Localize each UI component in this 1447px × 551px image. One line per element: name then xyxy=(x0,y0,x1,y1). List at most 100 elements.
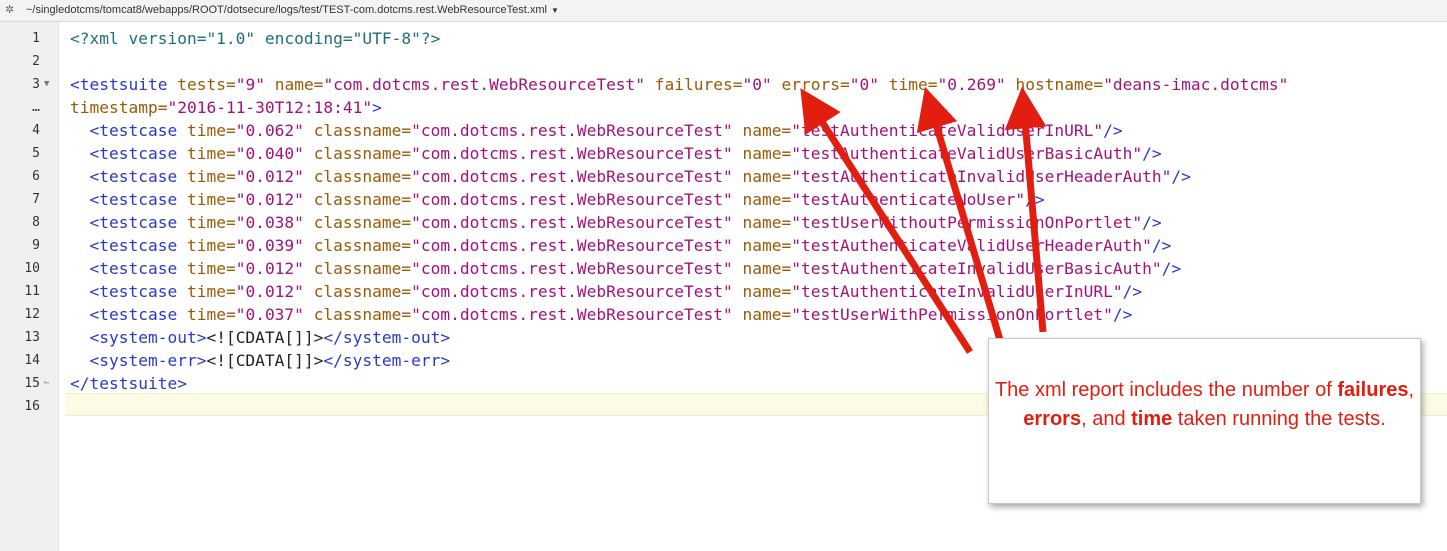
code-text: <testcase time="0.037" classname="com.do… xyxy=(70,303,1133,326)
code-line-11[interactable]: 11 <testcase time="0.012" classname="com… xyxy=(0,280,1447,303)
tag-open: <testcase xyxy=(89,144,178,163)
line-number: 11 xyxy=(24,284,40,299)
line-number: 9 xyxy=(32,238,40,253)
code-line-9[interactable]: 9 <testcase time="0.039" classname="com.… xyxy=(0,234,1447,257)
code-text: <testcase time="0.038" classname="com.do… xyxy=(70,211,1162,234)
line-number: 15 xyxy=(24,376,40,391)
attr-name: classname= xyxy=(313,167,412,186)
attr-value: "0.012" xyxy=(235,167,304,186)
code-line-6[interactable]: 6 <testcase time="0.012" classname="com.… xyxy=(0,165,1447,188)
tag-open: <testcase xyxy=(89,259,178,278)
code-text: <testcase time="0.039" classname="com.do… xyxy=(70,234,1172,257)
line-number: 1 xyxy=(32,31,40,46)
attr-name: name= xyxy=(742,213,792,232)
tag-open: <testcase xyxy=(89,190,178,209)
code-line-3[interactable]: 3 ▼ <testsuite tests="9" name="com.dotcm… xyxy=(0,73,1447,96)
code-text: <testcase time="0.040" classname="com.do… xyxy=(70,142,1162,165)
cdata-text: <![CDATA[]]> xyxy=(206,351,324,370)
attr-value: "com.dotcms.rest.WebResourceTest" xyxy=(323,75,646,94)
attr-value: "testAuthenticateInvalidUserInURL" xyxy=(791,282,1123,301)
tag-close: /> xyxy=(1142,144,1162,163)
code-line-4[interactable]: 4 <testcase time="0.062" classname="com.… xyxy=(0,119,1447,142)
code-text: <testsuite tests="9" name="com.dotcms.re… xyxy=(70,73,1288,96)
code-line-8[interactable]: 8 <testcase time="0.038" classname="com.… xyxy=(0,211,1447,234)
tag-open: <testcase xyxy=(89,305,178,324)
tag-open: <testcase xyxy=(89,282,178,301)
attr-name: time= xyxy=(186,259,236,278)
code-text: <system-out><![CDATA[]]></system-out> xyxy=(70,326,451,349)
code-text: <testcase time="0.062" classname="com.do… xyxy=(70,119,1123,142)
tag-open: <testcase xyxy=(89,121,178,140)
attr-value: "0.039" xyxy=(235,236,304,255)
attr-value: "0.062" xyxy=(235,121,304,140)
code-line-7[interactable]: 7 <testcase time="0.012" classname="com.… xyxy=(0,188,1447,211)
line-number: 3 xyxy=(32,77,40,92)
attr-name: classname= xyxy=(313,190,412,209)
wrap-indicator: … xyxy=(32,100,40,115)
attr-name: name= xyxy=(742,236,792,255)
tag-close: /> xyxy=(1103,121,1123,140)
annotation-callout: The xml report includes the number of fa… xyxy=(988,338,1421,504)
callout-text: The xml report includes the number of xyxy=(994,379,1338,401)
attr-value: "com.dotcms.rest.WebResourceTest" xyxy=(411,259,733,278)
tag-close: /> xyxy=(1171,167,1191,186)
attr-value: "0.012" xyxy=(235,282,304,301)
attr-value: "testAuthenticateNoUser" xyxy=(791,190,1026,209)
line-number: 4 xyxy=(32,123,40,138)
attr-name: classname= xyxy=(313,282,412,301)
tag-open: <system-out> xyxy=(89,328,207,347)
tag-close: /> xyxy=(1122,282,1143,301)
code-line-3-wrap[interactable]: … timestamp="2016-11-30T12:18:41"> xyxy=(0,96,1447,119)
line-number: 2 xyxy=(32,54,40,69)
attr-name: time= xyxy=(186,236,236,255)
attr-value: "testAuthenticateInvalidUserBasicAuth" xyxy=(791,259,1162,278)
attr-name: time= xyxy=(186,190,236,209)
code-line-1[interactable]: 1 <?xml version="1.0" encoding="UTF-8"?> xyxy=(0,27,1447,50)
code-line-12[interactable]: 12 <testcase time="0.037" classname="com… xyxy=(0,303,1447,326)
file-path[interactable]: ~/singledotcms/tomcat8/webapps/ROOT/dots… xyxy=(26,4,559,16)
cdata-text: <![CDATA[]]> xyxy=(206,328,324,347)
attr-value: "testUserWithoutPermissionOnPortlet" xyxy=(791,213,1143,232)
line-number: 6 xyxy=(32,169,40,184)
attr-value: "com.dotcms.rest.WebResourceTest" xyxy=(411,190,733,209)
attr-value: "0.012" xyxy=(235,190,304,209)
code-line-5[interactable]: 5 <testcase time="0.040" classname="com.… xyxy=(0,142,1447,165)
attr-name: name= xyxy=(742,190,792,209)
code-text: <?xml version="1.0" encoding="UTF-8"?> xyxy=(70,27,440,50)
line-number: 13 xyxy=(24,330,40,345)
line-number: 5 xyxy=(32,146,40,161)
attr-name: time= xyxy=(186,167,236,186)
attr-value: "testAuthenticateValidUserInURL" xyxy=(791,121,1104,140)
attr-value: "0.040" xyxy=(235,144,304,163)
line-number: 16 xyxy=(24,399,40,414)
code-line-2[interactable]: 2 xyxy=(0,50,1447,73)
attr-value: "com.dotcms.rest.WebResourceTest" xyxy=(411,167,733,186)
code-text: <testcase time="0.012" classname="com.do… xyxy=(70,165,1191,188)
attr-value: "testAuthenticateValidUserBasicAuth" xyxy=(791,144,1143,163)
line-number: 12 xyxy=(24,307,40,322)
callout-time: time xyxy=(1131,408,1173,430)
attr-name: timestamp= xyxy=(70,98,168,117)
attr-value: "0.037" xyxy=(235,305,304,324)
caret-down-icon[interactable]: ▼ xyxy=(551,6,559,15)
code-text: <testcase time="0.012" classname="com.do… xyxy=(70,188,1045,211)
attr-value: "com.dotcms.rest.WebResourceTest" xyxy=(411,236,733,255)
time-value: "0.269" xyxy=(937,75,1006,94)
fold-open-icon[interactable]: ▼ xyxy=(44,73,49,96)
line-number: 8 xyxy=(32,215,40,230)
fold-close-icon[interactable]: ⌙ xyxy=(44,372,49,395)
time-attr: time= xyxy=(888,75,938,94)
attr-value: "deans-imac.dotcms" xyxy=(1103,75,1289,94)
line-number: 7 xyxy=(32,192,40,207)
file-path-bar[interactable]: ✲ ~/singledotcms/tomcat8/webapps/ROOT/do… xyxy=(0,0,1447,22)
gear-icon[interactable]: ✲ xyxy=(5,3,14,16)
callout-failures: failures xyxy=(1337,379,1409,401)
attr-name: name= xyxy=(742,305,792,324)
attr-name: name= xyxy=(742,144,792,163)
tag-open: <testcase xyxy=(89,167,178,186)
attr-value: "2016-11-30T12:18:41" xyxy=(167,98,373,117)
attr-name: classname= xyxy=(313,305,412,324)
tag-close: </system-err> xyxy=(323,351,451,370)
tag-open: <testcase xyxy=(89,236,178,255)
code-line-10[interactable]: 10 <testcase time="0.012" classname="com… xyxy=(0,257,1447,280)
